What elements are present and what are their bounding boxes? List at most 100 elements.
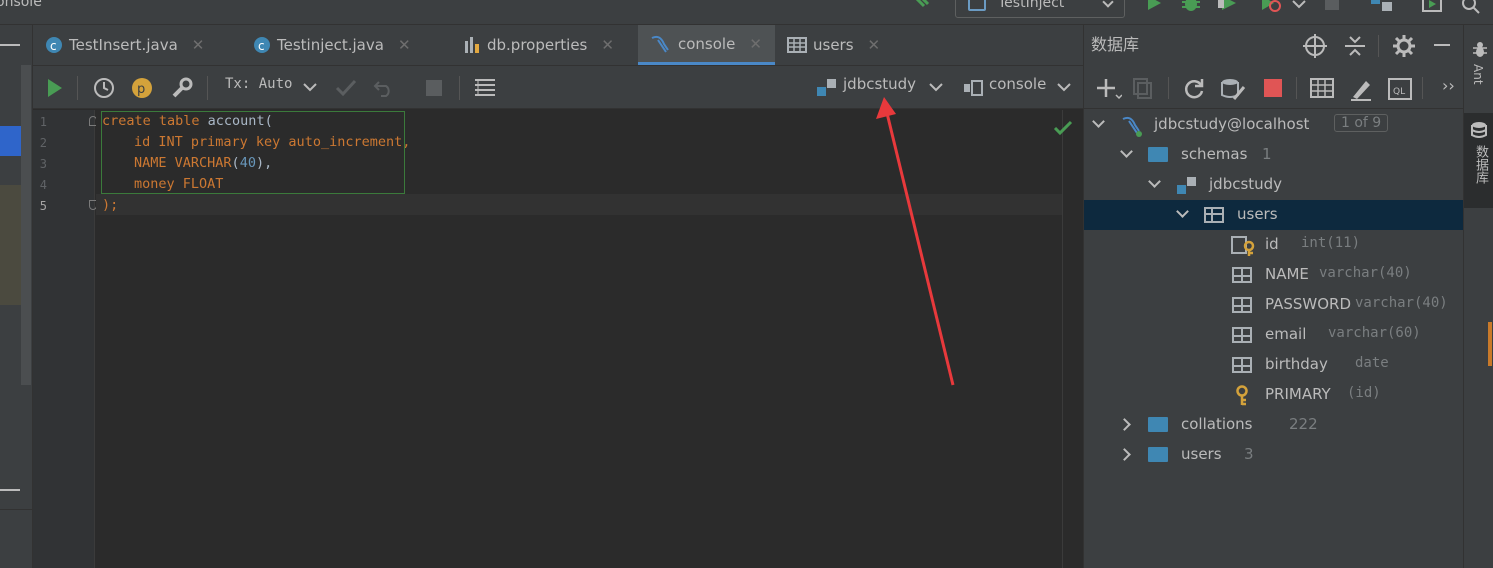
hide-panel-icon[interactable]	[1434, 44, 1450, 46]
tab-testinsert[interactable]: c TestInsert.java ✕	[33, 25, 241, 65]
column-type: int(11)	[1301, 235, 1361, 251]
folder-icon	[1148, 447, 1168, 462]
collapse-all-icon[interactable]	[1344, 34, 1366, 58]
line-number: 1	[39, 115, 47, 129]
close-icon[interactable]: ✕	[601, 36, 614, 54]
chevron-down-icon[interactable]	[1092, 115, 1105, 128]
tree-column-row[interactable]: id int(11)	[1084, 230, 1464, 260]
gear-icon[interactable]	[1392, 34, 1416, 58]
refresh-icon[interactable]	[1182, 77, 1206, 101]
separator	[207, 76, 208, 100]
code-token: NAME	[134, 155, 175, 171]
ant-tool-button[interactable]: Ant	[1464, 30, 1493, 110]
search-icon[interactable]	[1460, 0, 1482, 15]
stop-icon[interactable]	[1325, 0, 1339, 10]
run-configuration-dropdown[interactable]: TestInject	[955, 0, 1125, 18]
column-name: NAME	[1265, 265, 1309, 283]
project-selected-row[interactable]	[0, 126, 21, 156]
tab-testinject[interactable]: c Testinject.java ✕	[241, 25, 446, 65]
close-icon[interactable]: ✕	[398, 36, 411, 54]
execute-icon[interactable]	[46, 78, 64, 98]
run-anything-icon[interactable]	[1422, 0, 1444, 14]
chevron-down-icon[interactable]	[1120, 145, 1133, 158]
project-structure-icon[interactable]	[1370, 0, 1394, 14]
minimize-bottom-icon[interactable]	[0, 489, 20, 491]
column-type: varchar(40)	[1355, 295, 1448, 311]
debug-bug-icon[interactable]	[1180, 0, 1202, 14]
chevron-down-icon[interactable]	[303, 83, 317, 93]
schema-label: jdbcstudy	[1209, 175, 1283, 193]
parameters-icon[interactable]: p	[131, 77, 153, 99]
schema-icon	[1177, 177, 1196, 194]
more-run-chevron-icon[interactable]	[1292, 0, 1306, 10]
history-icon[interactable]	[93, 77, 115, 99]
tree-column-row[interactable]: PASSWORD varchar(40)	[1084, 290, 1464, 320]
tree-users-row[interactable]: users 3	[1084, 440, 1464, 470]
disconnect-stop-icon[interactable]	[1264, 79, 1282, 97]
query-console-icon[interactable]: QL	[1388, 78, 1412, 100]
chevron-down-icon[interactable]	[1057, 83, 1071, 93]
chevron-right-icon[interactable]	[1118, 448, 1131, 461]
code-token: id	[134, 134, 159, 150]
chevron-down-icon[interactable]	[929, 83, 943, 93]
code-line-4: money FLOAT	[134, 176, 223, 192]
minimize-icon[interactable]	[0, 44, 20, 46]
settings-wrench-icon[interactable]	[171, 77, 193, 99]
chevron-right-icon[interactable]	[1118, 418, 1131, 431]
tree-key-row[interactable]: PRIMARY (id)	[1084, 380, 1464, 410]
tree-collations-row[interactable]: collations 222	[1084, 410, 1464, 440]
line-number: 4	[39, 178, 47, 192]
close-icon[interactable]: ✕	[749, 35, 762, 53]
database-tool-window: 数据库 QL ›› jdbcstudy@localhost 1 of 9 sch…	[1083, 25, 1464, 568]
add-plus-icon[interactable]	[1096, 77, 1122, 101]
schema-selector[interactable]: jdbcstudy	[843, 75, 916, 93]
column-name: email	[1265, 325, 1307, 343]
column-name: PASSWORD	[1265, 295, 1352, 313]
tab-label: users	[813, 36, 854, 54]
more-chevron-icon[interactable]: ››	[1442, 76, 1455, 95]
build-hammer-icon[interactable]	[910, 0, 936, 14]
duplicate-icon[interactable]	[1132, 77, 1154, 101]
transaction-mode-dropdown[interactable]: Tx: Auto	[225, 76, 292, 92]
tree-column-row[interactable]: email varchar(60)	[1084, 320, 1464, 350]
data-source-properties-icon[interactable]	[1220, 77, 1246, 101]
session-selector[interactable]: console	[989, 75, 1046, 93]
close-icon[interactable]: ✕	[868, 36, 881, 54]
tab-label: Testinject.java	[277, 36, 384, 54]
code-token: ,	[402, 134, 411, 150]
output-layout-icon[interactable]	[474, 78, 496, 98]
crosshair-target-icon[interactable]	[1303, 34, 1327, 58]
profiler-icon[interactable]	[1258, 0, 1284, 14]
edit-pencil-icon[interactable]	[1350, 77, 1372, 101]
tree-schemas-row[interactable]: schemas 1	[1084, 140, 1464, 170]
tree-column-row[interactable]: NAME varchar(40)	[1084, 260, 1464, 290]
divider	[0, 509, 33, 510]
tab-users[interactable]: users ✕	[775, 25, 885, 65]
cancel-running-icon[interactable]	[426, 80, 442, 96]
scroll-marker	[1488, 322, 1492, 366]
key-columns: (id)	[1347, 385, 1381, 401]
run-icon[interactable]	[1145, 0, 1163, 14]
close-icon[interactable]: ✕	[192, 36, 205, 54]
users-folder-count: 3	[1244, 445, 1254, 463]
chevron-down-icon[interactable]	[1176, 205, 1189, 218]
top-toolbar: onsole TestInject	[0, 0, 1493, 25]
tree-connection-row[interactable]: jdbcstudy@localhost 1 of 9	[1084, 110, 1464, 140]
tab-console[interactable]: console ✕	[638, 25, 775, 65]
tree-column-row[interactable]: birthday date	[1084, 350, 1464, 380]
code-line-1: create table account(	[102, 113, 273, 129]
chevron-down-icon[interactable]	[1148, 175, 1161, 188]
separator	[77, 76, 78, 100]
connection-count-badge[interactable]: 1 of 9	[1334, 114, 1389, 132]
table-editor-icon[interactable]	[1310, 78, 1334, 98]
column-icon	[1232, 327, 1252, 343]
column-type: varchar(40)	[1319, 265, 1412, 281]
tree-table-row[interactable]: users	[1084, 200, 1464, 230]
rollback-icon[interactable]	[373, 78, 395, 98]
database-tool-button[interactable]: 数据库	[1464, 113, 1493, 208]
commit-check-icon[interactable]	[335, 78, 357, 98]
tree-schema-row[interactable]: jdbcstudy	[1084, 170, 1464, 200]
tab-db-properties[interactable]: db.properties ✕	[451, 25, 638, 65]
coverage-icon[interactable]	[1218, 0, 1242, 14]
tab-label: console	[678, 34, 736, 53]
